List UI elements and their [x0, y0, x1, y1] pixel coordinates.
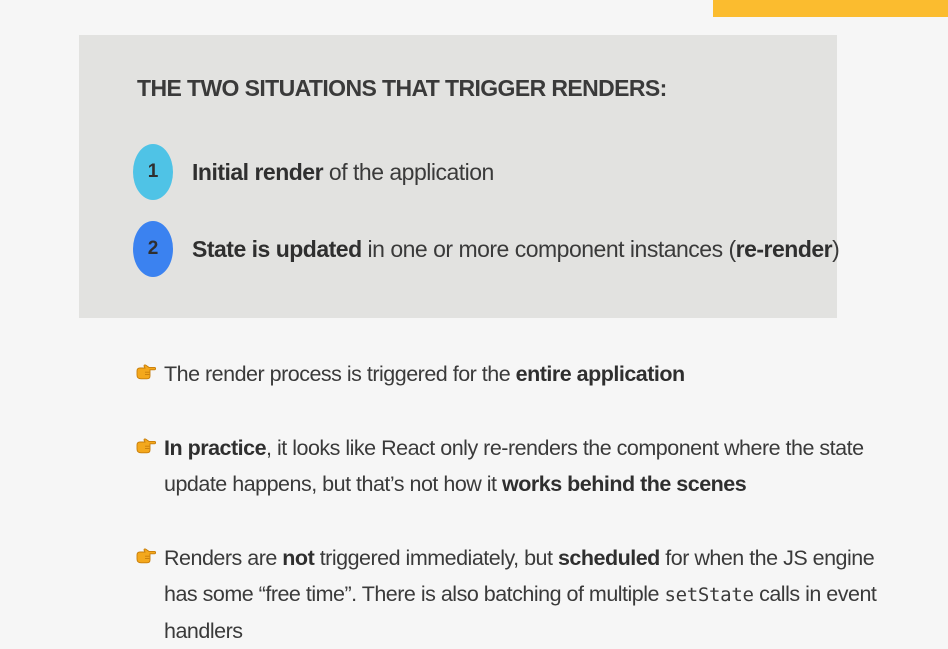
pointing-hand-icon [136, 430, 156, 462]
bullet-2-bold: In practice [164, 436, 267, 460]
render-triggers-panel: THE TWO SITUATIONS THAT TRIGGER RENDERS:… [79, 35, 840, 318]
bullet-text-3: Renders are not triggered immediately, b… [164, 540, 896, 649]
situation-rest-2b: ) [832, 235, 840, 262]
bullet-item-2: In practice, it looks like React only re… [136, 430, 896, 502]
bullet-3-bold-2: scheduled [557, 546, 660, 570]
code-setstate: setState [664, 584, 754, 606]
situation-rest-2: in one or more component instances ( [361, 235, 737, 262]
bullet-3-bold: not [282, 546, 315, 570]
pointing-hand-icon [136, 540, 156, 572]
number-badge-1: 1 [133, 144, 173, 200]
situation-text-2: State is updated in one or more componen… [192, 235, 840, 263]
situation-bold-2b: re-render [735, 235, 833, 262]
bullet-item-1: The render process is triggered for the … [136, 356, 896, 392]
situation-bold-2: State is updated [192, 235, 362, 262]
bullet-3-text-2: triggered immediately, but [314, 546, 558, 570]
situation-rest-1: of the application [323, 158, 494, 185]
bullet-3-text: Renders are [164, 546, 283, 570]
situation-item-2: 2 State is updated in one or more compon… [133, 221, 840, 277]
panel-title: THE TWO SITUATIONS THAT TRIGGER RENDERS: [137, 75, 667, 101]
bullet-text-2: In practice, it looks like React only re… [164, 430, 896, 502]
accent-bar [713, 0, 948, 17]
bullet-2-bold-2: works behind the scenes [502, 472, 747, 496]
bullet-1-text: The render process is triggered for the [164, 362, 516, 386]
situation-text-1: Initial render of the application [192, 159, 494, 186]
number-badge-2: 2 [133, 221, 173, 277]
situation-bold-1: Initial render [192, 158, 324, 185]
pointing-hand-icon [136, 356, 156, 388]
bullet-text-1: The render process is triggered for the … [164, 356, 685, 392]
bullet-item-3: Renders are not triggered immediately, b… [136, 540, 896, 649]
bullet-1-bold: entire application [515, 362, 686, 386]
situation-item-1: 1 Initial render of the application [133, 144, 494, 200]
